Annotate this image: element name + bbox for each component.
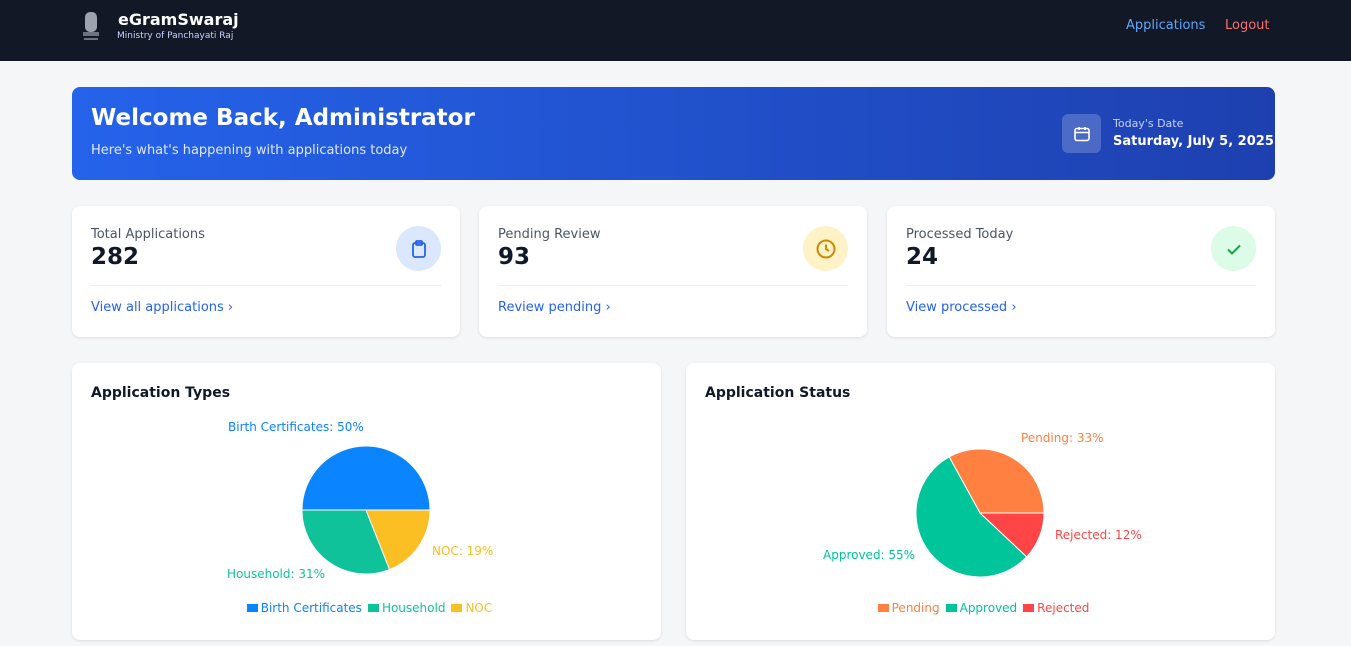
clipboard-icon [396, 226, 441, 271]
calendar-icon [1062, 114, 1101, 153]
legend-item[interactable]: Rejected [1037, 601, 1089, 615]
legend-swatch [451, 604, 463, 612]
divider [91, 285, 441, 286]
date-value: Saturday, July 5, 2025 [1113, 134, 1274, 149]
slice-label: Household: 31% [227, 567, 325, 581]
application-types-card: Application Types Birth Certificates: 50… [72, 363, 661, 640]
stat-card-pending: Pending Review 93 Review pending › [479, 206, 867, 337]
legend-item[interactable]: Household [382, 601, 446, 615]
view-processed-link[interactable]: View processed › [906, 300, 1017, 315]
welcome-title: Welcome Back, Administrator [91, 105, 475, 131]
top-navbar: eGramSwaraj Ministry of Panchayati Raj A… [0, 0, 1351, 61]
stat-card-total: Total Applications 282 View all applicat… [72, 206, 460, 337]
welcome-banner: Welcome Back, Administrator Here's what'… [72, 87, 1275, 180]
slice-label: NOC: 19% [432, 544, 493, 558]
review-pending-link[interactable]: Review pending › [498, 300, 611, 315]
emblem-logo [83, 12, 99, 40]
stat-card-processed: Processed Today 24 View processed › [887, 206, 1275, 337]
divider [906, 285, 1256, 286]
welcome-subtitle: Here's what's happening with application… [91, 143, 408, 158]
slice-label: Rejected: 12% [1055, 528, 1142, 542]
application-status-card: Application Status Pending: 33% Approved:… [686, 363, 1275, 640]
slice-label: Pending: 33% [1021, 431, 1104, 445]
legend-swatch [945, 604, 957, 612]
slice-label: Birth Certificates: 50% [228, 420, 364, 434]
application-status-pie: Pending: 33% Approved: 55% Rejected: 12% [823, 431, 1142, 578]
chart-legend: Pending Approved Rejected [686, 601, 1275, 615]
stat-label: Total Applications [91, 227, 205, 242]
date-label: Today's Date [1113, 117, 1184, 130]
divider [498, 285, 848, 286]
legend-swatch [246, 604, 258, 612]
legend-swatch [367, 604, 379, 612]
stat-value: 93 [498, 244, 531, 270]
check-icon [1211, 226, 1256, 271]
brand-subtitle: Ministry of Panchayati Raj [117, 31, 234, 41]
stat-value: 24 [906, 244, 939, 270]
legend-item[interactable]: Birth Certificates [261, 601, 362, 615]
legend-swatch [1023, 604, 1035, 612]
stat-label: Pending Review [498, 227, 601, 242]
legend-item[interactable]: NOC [465, 601, 492, 615]
legend-item[interactable]: Approved [960, 601, 1018, 615]
stat-value: 282 [91, 244, 140, 270]
nav-logout-link[interactable]: Logout [1225, 18, 1270, 33]
legend-swatch [877, 604, 889, 612]
view-all-applications-link[interactable]: View all applications › [91, 300, 233, 315]
pie-slice-birth-certificates[interactable] [301, 445, 431, 511]
slice-label: Approved: 55% [823, 548, 915, 562]
stat-label: Processed Today [906, 227, 1014, 242]
nav-applications-link[interactable]: Applications [1126, 18, 1205, 33]
chart-legend: Birth Certificates Household NOC [72, 601, 661, 615]
application-types-pie: Birth Certificates: 50% Household: 31% NOC… [227, 420, 493, 581]
clock-icon [803, 226, 848, 271]
legend-item[interactable]: Pending [892, 601, 940, 615]
brand-name[interactable]: eGramSwaraj [118, 10, 239, 29]
